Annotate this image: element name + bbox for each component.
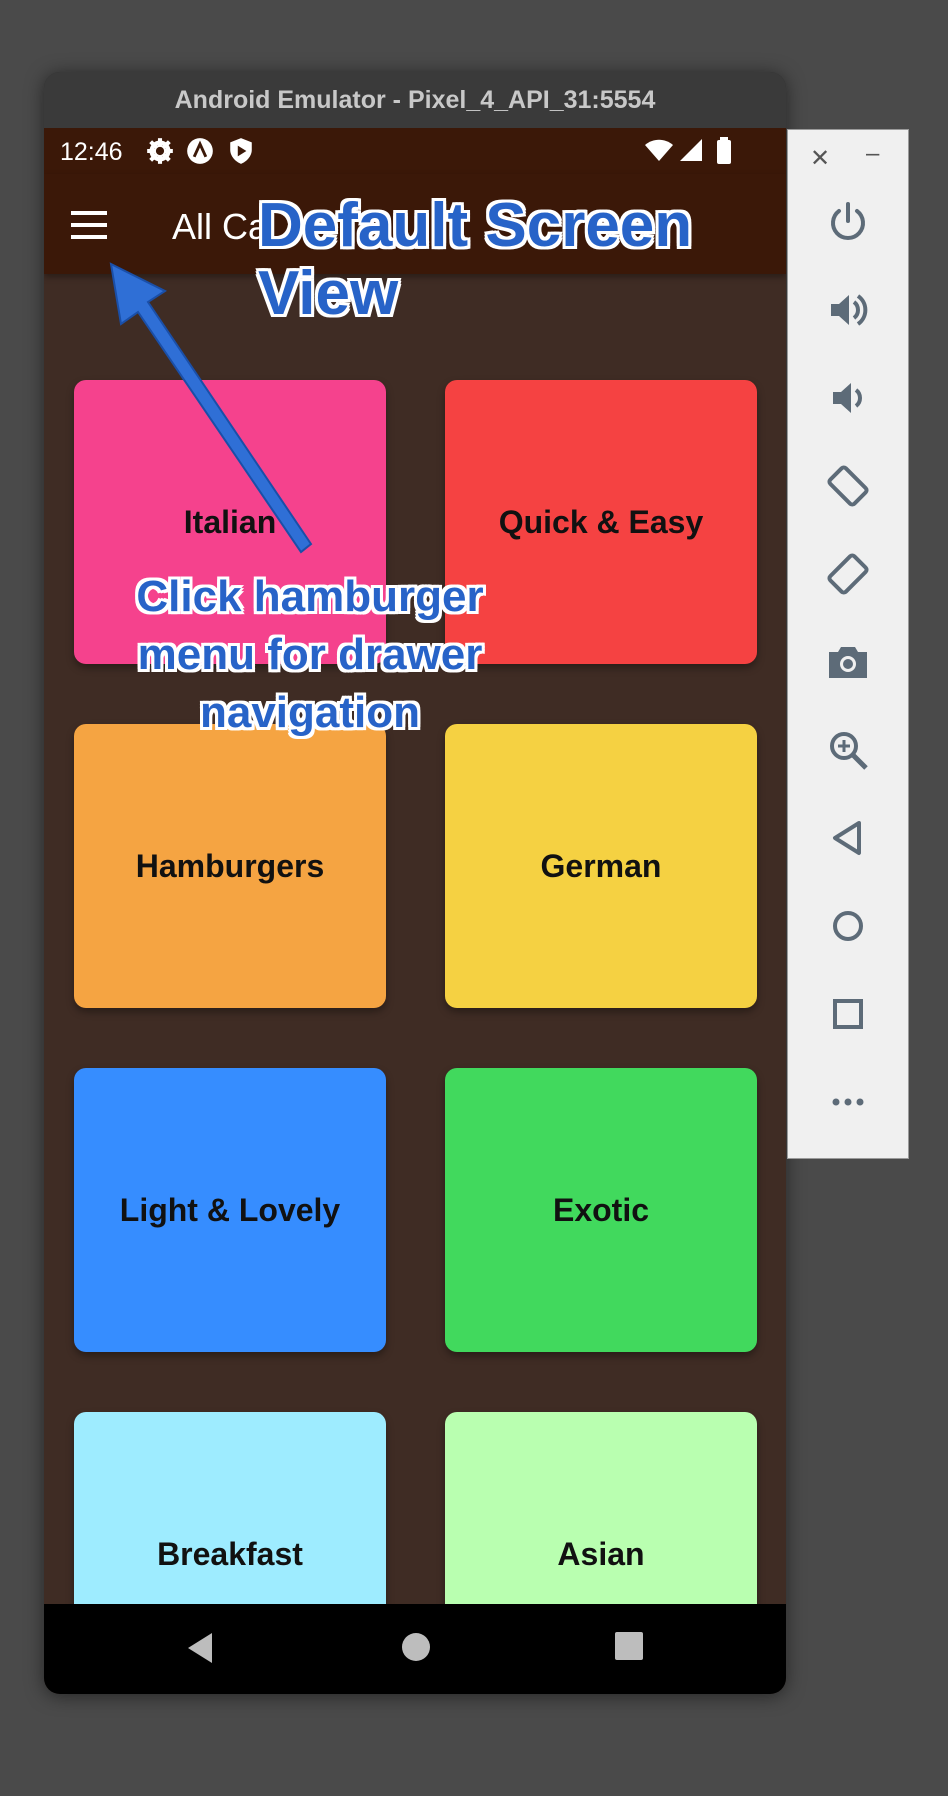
annotation-hint-line: menu for drawer (137, 630, 483, 679)
annotation-title-line: Default Screen (258, 191, 693, 260)
annotation-hint: Click hamburger menu for drawer navigati… (100, 568, 520, 742)
annotation-title-line: View (258, 259, 399, 328)
annotation-hint-line: navigation (199, 688, 421, 737)
annotation-hint-line: Click hamburger (136, 572, 484, 621)
annotation-title: Default Screen View (258, 192, 692, 328)
